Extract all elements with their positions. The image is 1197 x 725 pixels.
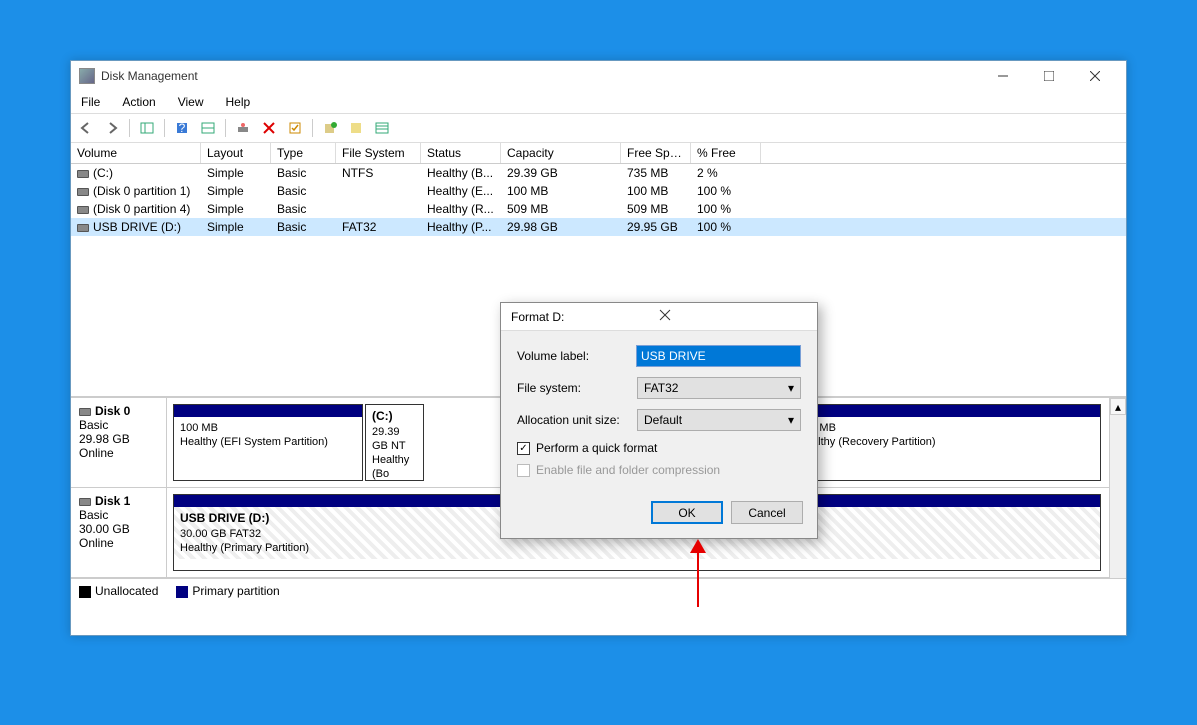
- disk-header[interactable]: Disk 1Basic30.00 GBOnline: [71, 488, 167, 577]
- back-button[interactable]: [75, 117, 97, 139]
- delete-button[interactable]: [258, 117, 280, 139]
- table-row[interactable]: (Disk 0 partition 4)SimpleBasicHealthy (…: [71, 200, 1126, 218]
- cancel-button[interactable]: Cancel: [731, 501, 803, 524]
- partition[interactable]: 100 MBHealthy (EFI System Partition): [173, 404, 363, 481]
- chevron-down-icon: ▾: [788, 381, 794, 395]
- menubar: File Action View Help: [71, 91, 1126, 114]
- menu-view[interactable]: View: [174, 93, 208, 111]
- table-row[interactable]: (Disk 0 partition 1)SimpleBasicHealthy (…: [71, 182, 1126, 200]
- dialog-titlebar[interactable]: Format D:: [501, 303, 817, 331]
- minimize-button[interactable]: [980, 61, 1026, 91]
- view-bottom-button[interactable]: [197, 117, 219, 139]
- scrollbar[interactable]: ▴: [1109, 398, 1126, 578]
- quick-format-checkbox[interactable]: ✓Perform a quick format: [517, 441, 801, 455]
- allocation-size-label: Allocation unit size:: [517, 413, 637, 427]
- close-button[interactable]: [1072, 61, 1118, 91]
- window-title: Disk Management: [101, 69, 980, 83]
- col-type[interactable]: Type: [271, 143, 336, 163]
- rescan-disks-button[interactable]: [345, 117, 367, 139]
- file-system-label: File system:: [517, 381, 637, 395]
- scroll-up-icon[interactable]: ▴: [1110, 398, 1126, 415]
- forward-button[interactable]: [101, 117, 123, 139]
- format-dialog: Format D: Volume label: File system: FAT…: [500, 302, 818, 539]
- legend: Unallocated Primary partition: [71, 578, 1126, 603]
- allocation-size-select[interactable]: Default▾: [637, 409, 801, 431]
- show-hide-tree-button[interactable]: [136, 117, 158, 139]
- partition[interactable]: (C:)29.39 GB NTHealthy (Bo: [365, 404, 424, 481]
- col-free[interactable]: Free Spa...: [621, 143, 691, 163]
- menu-help[interactable]: Help: [222, 93, 255, 111]
- refresh-button[interactable]: [319, 117, 341, 139]
- dialog-title: Format D:: [511, 310, 659, 324]
- settings-button[interactable]: [232, 117, 254, 139]
- col-status[interactable]: Status: [421, 143, 501, 163]
- col-fs[interactable]: File System: [336, 143, 421, 163]
- volume-label-input[interactable]: [636, 345, 801, 367]
- app-icon: [79, 68, 95, 84]
- col-volume[interactable]: Volume: [71, 143, 201, 163]
- menu-action[interactable]: Action: [118, 93, 159, 111]
- svg-text:?: ?: [179, 121, 186, 135]
- enable-compression-checkbox: Enable file and folder compression: [517, 463, 801, 477]
- toolbar: ?: [71, 114, 1126, 143]
- partition[interactable]: 509 MBHealthy (Recovery Partition): [791, 404, 1101, 481]
- col-layout[interactable]: Layout: [201, 143, 271, 163]
- dialog-close-icon[interactable]: [659, 309, 807, 324]
- swatch-primary: [176, 586, 188, 598]
- chevron-down-icon: ▾: [788, 413, 794, 427]
- titlebar[interactable]: Disk Management: [71, 61, 1126, 91]
- volume-label-label: Volume label:: [517, 349, 636, 363]
- list-view-button[interactable]: [371, 117, 393, 139]
- swatch-unallocated: [79, 586, 91, 598]
- ok-button[interactable]: OK: [651, 501, 723, 524]
- table-row[interactable]: (C:)SimpleBasicNTFSHealthy (B...29.39 GB…: [71, 164, 1126, 182]
- col-pct[interactable]: % Free: [691, 143, 761, 163]
- maximize-button[interactable]: [1026, 61, 1072, 91]
- help-button[interactable]: ?: [171, 117, 193, 139]
- menu-file[interactable]: File: [77, 93, 104, 111]
- table-row[interactable]: USB DRIVE (D:)SimpleBasicFAT32Healthy (P…: [71, 218, 1126, 236]
- file-system-select[interactable]: FAT32▾: [637, 377, 801, 399]
- col-capacity[interactable]: Capacity: [501, 143, 621, 163]
- properties-button[interactable]: [284, 117, 306, 139]
- disk-header[interactable]: Disk 0Basic29.98 GBOnline: [71, 398, 167, 487]
